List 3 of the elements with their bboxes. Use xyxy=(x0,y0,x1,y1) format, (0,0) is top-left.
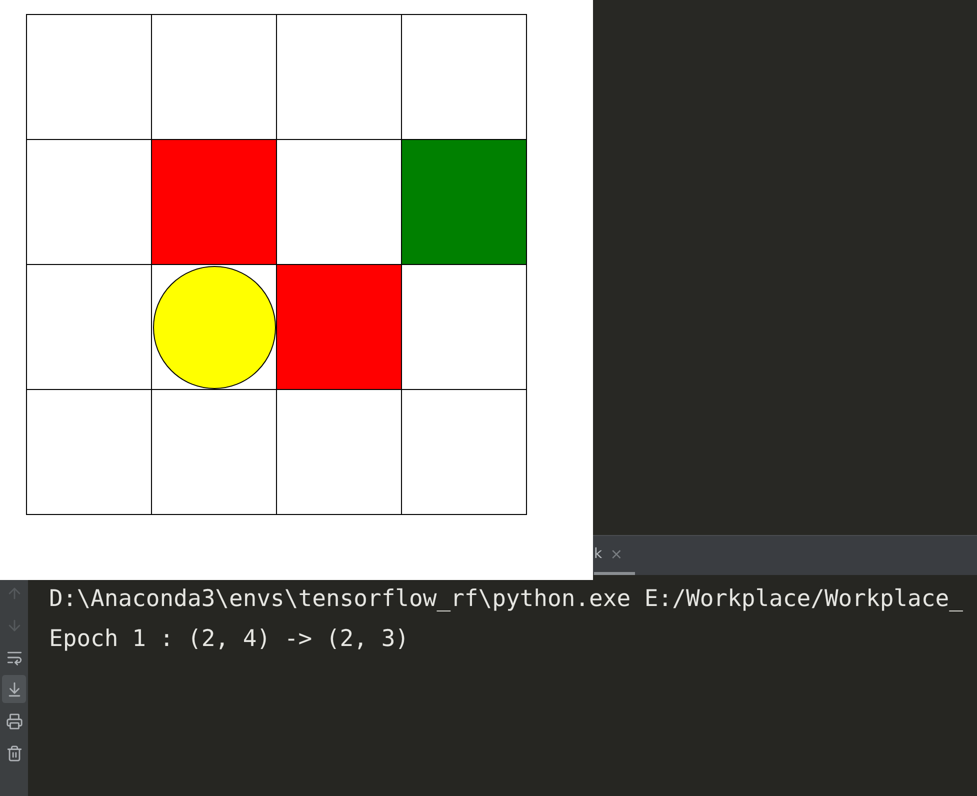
scroll-to-end-icon[interactable] xyxy=(2,675,26,703)
console-line: Epoch 1 : (2, 4) -> (2, 3) xyxy=(49,625,410,654)
console-line: D:\Anaconda3\envs\tensorflow_rf\python.exe E:/Workplace/Workplace_ xyxy=(49,585,964,614)
